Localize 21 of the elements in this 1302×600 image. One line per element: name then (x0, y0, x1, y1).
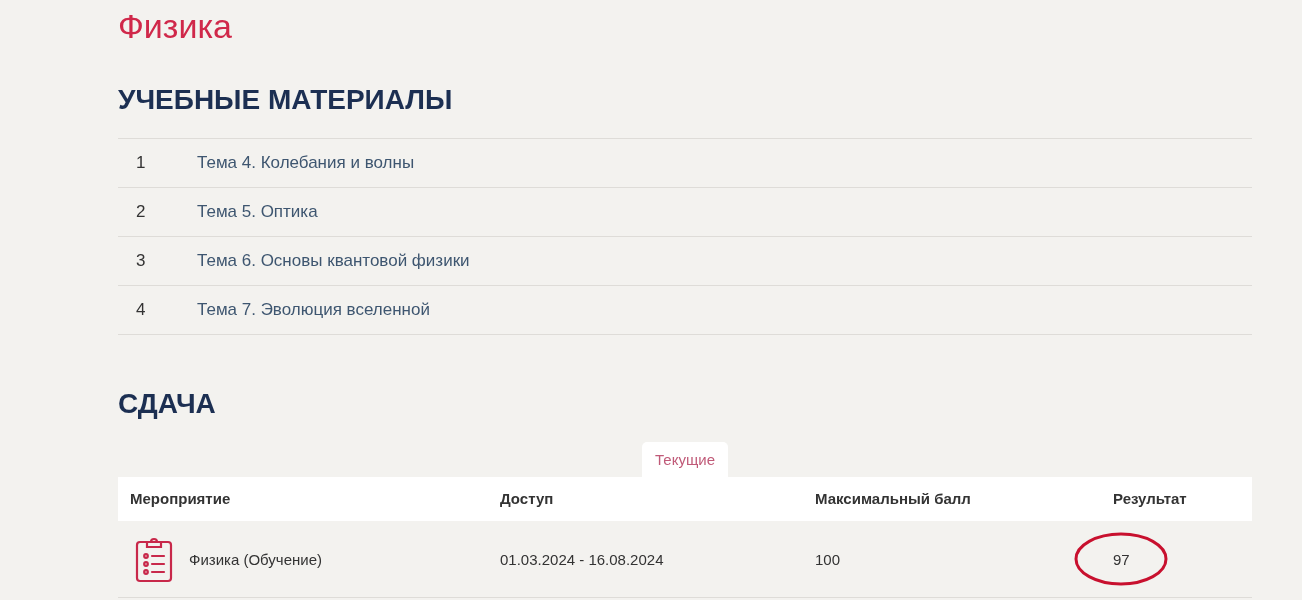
row-number: 3 (136, 251, 146, 270)
section-heading: СДАЧА (118, 387, 216, 421)
row-number: 1 (136, 153, 146, 172)
page-title: Физика (118, 6, 232, 46)
topic-link[interactable]: Тема 6. Основы квантовой физики (197, 251, 470, 271)
row-number: 4 (136, 300, 146, 319)
clipboard-list-icon (135, 535, 173, 583)
topic-link[interactable]: Тема 5. Оптика (197, 202, 318, 222)
max-score: 100 (815, 550, 841, 568)
topic-link[interactable]: Тема 4. Колебания и волны (197, 153, 415, 173)
column-header: Мероприятие (130, 490, 231, 507)
row-number: 2 (136, 202, 146, 221)
tab[interactable]: Текущие (642, 442, 728, 477)
section-heading: УЧЕБНЫЕ МАТЕРИАЛЫ (118, 83, 453, 117)
event-name: Физика (Обучение) (189, 550, 323, 568)
topic-link[interactable]: Тема 7. Эволюция вселенной (197, 300, 430, 320)
access-period: 01.03.2024 - 16.08.2024 (500, 550, 664, 568)
column-header: Результат (1113, 490, 1187, 507)
result-score: 97 (1113, 550, 1130, 568)
column-header: Максимальный балл (815, 490, 971, 507)
column-header: Доступ (500, 490, 554, 507)
